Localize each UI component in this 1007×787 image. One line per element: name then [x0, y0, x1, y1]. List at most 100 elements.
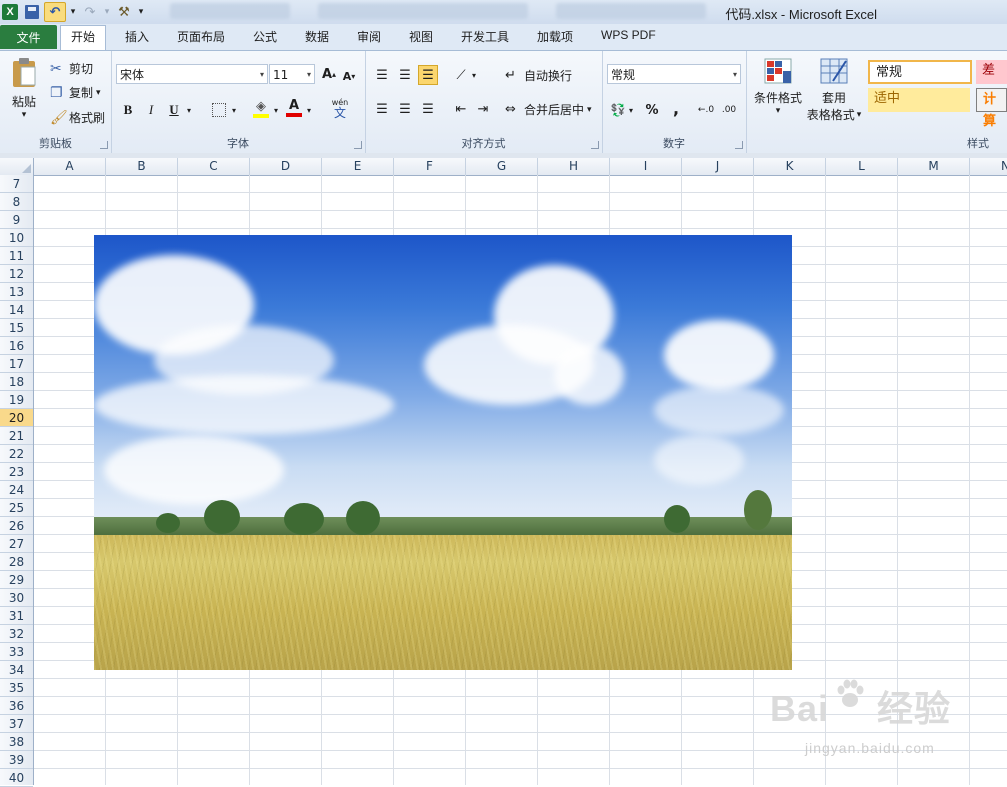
redo-dropdown[interactable]: ▾ — [102, 3, 112, 21]
row-header-22[interactable]: 22 — [0, 445, 33, 463]
increase-indent-button[interactable]: ⇥ — [473, 99, 493, 119]
font-color-dropdown[interactable]: ▾ — [304, 100, 314, 120]
row-header-21[interactable]: 21 — [0, 427, 33, 445]
row-header-33[interactable]: 33 — [0, 643, 33, 661]
row-header-17[interactable]: 17 — [0, 355, 33, 373]
style-calculation[interactable]: 计算 — [976, 88, 1007, 129]
tab-view[interactable]: 视图 — [409, 28, 433, 45]
align-bottom-button[interactable]: ☰ — [418, 65, 438, 85]
copy-button[interactable]: ❐ 复制 ▾ — [50, 84, 101, 101]
number-format-select[interactable]: 常规 ▾ — [607, 64, 741, 84]
align-center-button[interactable]: ☰ — [395, 99, 415, 119]
fill-color-button[interactable]: ◈ — [251, 98, 271, 118]
tab-wps-pdf[interactable]: WPS PDF — [601, 28, 656, 42]
tab-insert[interactable]: 插入 — [125, 28, 149, 45]
underline-dropdown[interactable]: ▾ — [184, 100, 194, 120]
column-header-m[interactable]: M — [898, 158, 970, 175]
row-header-36[interactable]: 36 — [0, 697, 33, 715]
wrap-text-button[interactable]: ↵ 自动换行 — [505, 67, 572, 84]
column-header-g[interactable]: G — [466, 158, 538, 175]
align-middle-button[interactable]: ☰ — [395, 65, 415, 85]
row-header-34[interactable]: 34 — [0, 661, 33, 679]
row-header-27[interactable]: 27 — [0, 535, 33, 553]
grow-font-button[interactable]: A ▴ — [319, 64, 339, 84]
customize-qat-dropdown[interactable]: ▾ — [136, 3, 146, 21]
excel-logo-icon[interactable]: X — [0, 3, 20, 21]
borders-dropdown[interactable]: ▾ — [229, 100, 239, 120]
column-header-k[interactable]: K — [754, 158, 826, 175]
row-header-12[interactable]: 12 — [0, 265, 33, 283]
comma-button[interactable]: , — [666, 98, 686, 118]
inserted-picture-wheat-field[interactable] — [94, 235, 792, 670]
row-header-38[interactable]: 38 — [0, 733, 33, 751]
redo-button[interactable]: ↷ — [80, 3, 100, 21]
orientation-dropdown[interactable]: ▾ — [469, 65, 479, 85]
save-button[interactable] — [22, 3, 42, 21]
row-header-11[interactable]: 11 — [0, 247, 33, 265]
percent-button[interactable]: % — [642, 100, 662, 120]
row-header-28[interactable]: 28 — [0, 553, 33, 571]
select-all-button[interactable] — [0, 158, 34, 175]
row-header-7[interactable]: 7 — [0, 175, 33, 193]
row-header-35[interactable]: 35 — [0, 679, 33, 697]
style-bad[interactable]: 差 — [976, 60, 1007, 84]
tab-developer[interactable]: 开发工具 — [461, 28, 509, 45]
column-header-c[interactable]: C — [178, 158, 250, 175]
font-name-select[interactable]: 宋体 ▾ — [116, 64, 268, 84]
dialog-launcher-icon[interactable] — [591, 141, 599, 149]
style-normal[interactable]: 常规 — [868, 60, 972, 84]
row-header-26[interactable]: 26 — [0, 517, 33, 535]
align-right-button[interactable]: ☰ — [418, 99, 438, 119]
decrease-decimal-button[interactable]: .00 — [719, 100, 739, 120]
paste-button[interactable]: 粘贴 ▾ — [6, 57, 42, 121]
column-header-a[interactable]: A — [34, 158, 106, 175]
tab-home[interactable]: 开始 — [60, 25, 107, 50]
dialog-launcher-icon[interactable] — [735, 141, 743, 149]
conditional-formatting-button[interactable]: 条件格式 ▾ — [750, 57, 806, 116]
phonetic-button[interactable]: wén 文 — [327, 98, 353, 119]
cut-button[interactable]: ✂ 剪切 — [50, 60, 93, 77]
row-header-25[interactable]: 25 — [0, 499, 33, 517]
fill-color-dropdown[interactable]: ▾ — [271, 100, 281, 120]
accounting-format-button[interactable]: 💱 — [608, 100, 628, 120]
borders-button[interactable] — [209, 100, 229, 120]
row-header-8[interactable]: 8 — [0, 193, 33, 211]
row-header-16[interactable]: 16 — [0, 337, 33, 355]
format-painter-button[interactable]: 🖌 格式刷 — [50, 109, 105, 126]
shrink-font-button[interactable]: A ▾ — [339, 66, 359, 86]
row-header-39[interactable]: 39 — [0, 751, 33, 769]
style-neutral[interactable]: 适中 — [868, 88, 970, 112]
column-header-j[interactable]: J — [682, 158, 754, 175]
italic-button[interactable]: I — [141, 100, 161, 120]
bold-button[interactable]: B — [118, 100, 138, 120]
tab-review[interactable]: 审阅 — [357, 28, 381, 45]
tab-page-layout[interactable]: 页面布局 — [177, 28, 225, 45]
format-as-table-button[interactable]: 套用 表格格式 ▾ — [804, 57, 864, 123]
row-header-24[interactable]: 24 — [0, 481, 33, 499]
column-header-d[interactable]: D — [250, 158, 322, 175]
row-header-9[interactable]: 9 — [0, 211, 33, 229]
row-header-30[interactable]: 30 — [0, 589, 33, 607]
underline-button[interactable]: U — [164, 100, 184, 120]
row-header-37[interactable]: 37 — [0, 715, 33, 733]
align-left-button[interactable]: ☰ — [372, 99, 392, 119]
row-header-10[interactable]: 10 — [0, 229, 33, 247]
align-top-button[interactable]: ☰ — [372, 65, 392, 85]
column-header-b[interactable]: B — [106, 158, 178, 175]
tab-data[interactable]: 数据 — [305, 28, 329, 45]
row-header-18[interactable]: 18 — [0, 373, 33, 391]
dialog-launcher-icon[interactable] — [100, 141, 108, 149]
column-header-i[interactable]: I — [610, 158, 682, 175]
tab-addins[interactable]: 加载项 — [537, 28, 573, 45]
customize-tool-button[interactable]: ⚒ — [114, 3, 134, 21]
increase-decimal-button[interactable]: ←.0 — [696, 100, 716, 120]
font-size-select[interactable]: 11 ▾ — [269, 64, 315, 84]
row-header-32[interactable]: 32 — [0, 625, 33, 643]
dialog-launcher-icon[interactable] — [354, 141, 362, 149]
row-header-13[interactable]: 13 — [0, 283, 33, 301]
font-color-button[interactable]: A — [284, 98, 304, 118]
column-header-h[interactable]: H — [538, 158, 610, 175]
accounting-dropdown[interactable]: ▾ — [626, 100, 636, 120]
undo-button[interactable]: ↶ — [44, 2, 66, 22]
row-header-40[interactable]: 40 — [0, 769, 33, 787]
